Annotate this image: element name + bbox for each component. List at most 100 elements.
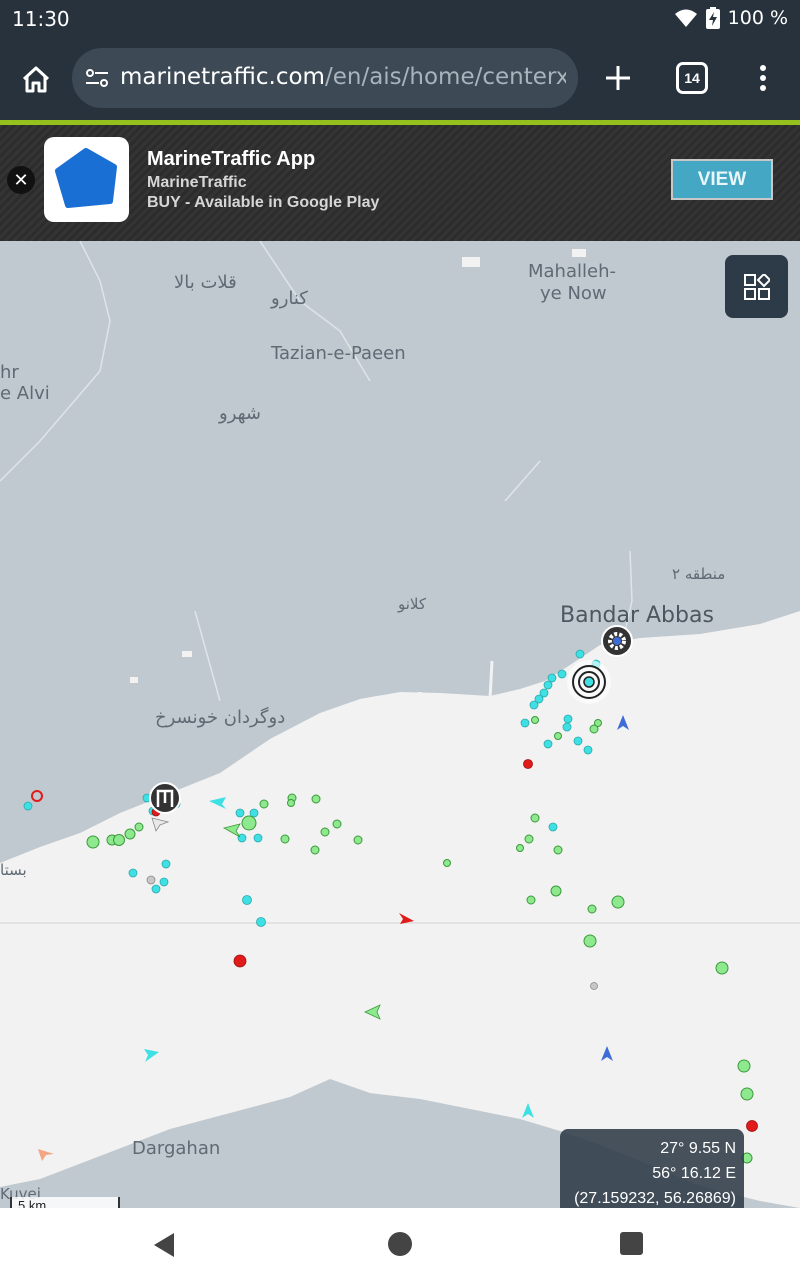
vessel-marker[interactable] [543, 680, 553, 690]
vessel-marker[interactable] [146, 875, 156, 885]
vessel-marker[interactable] [563, 714, 573, 724]
app-publisher: MarineTraffic [147, 174, 247, 191]
more-vert-icon[interactable] [748, 58, 778, 98]
vessel-marker[interactable] [543, 739, 553, 749]
vessel-marker[interactable] [124, 828, 136, 840]
vessel-marker[interactable] [233, 954, 247, 968]
vessel-marker[interactable] [524, 834, 534, 844]
vessel-marker[interactable] [548, 822, 558, 832]
vessel-arrow[interactable] [617, 715, 629, 730]
vessel-marker[interactable] [241, 815, 257, 831]
vessel-marker[interactable] [353, 835, 363, 845]
vessel-arrow[interactable] [209, 797, 226, 809]
site-settings-icon[interactable] [84, 66, 110, 90]
vessel-marker[interactable] [553, 845, 563, 855]
vessel-marker[interactable] [529, 700, 539, 710]
vessel-arrow[interactable] [151, 817, 170, 832]
app-offer: BUY - Available in Google Play [147, 194, 380, 211]
vessel-marker[interactable] [259, 799, 269, 809]
close-icon[interactable]: ✕ [7, 166, 35, 194]
vessel-marker[interactable] [159, 877, 169, 887]
status-bar: 11:30 100 % [0, 0, 800, 38]
vessel-marker[interactable] [287, 799, 295, 807]
vessel-marker[interactable] [550, 885, 562, 897]
vessel-marker[interactable] [23, 801, 33, 811]
vessel-arrow[interactable] [222, 823, 241, 838]
vessel-marker[interactable] [310, 845, 320, 855]
vessel-marker[interactable] [134, 822, 144, 832]
tabs-icon[interactable]: 14 [676, 62, 708, 94]
url-path: /en/ais/home/centerx:5 [324, 64, 566, 90]
selected-vessel-target[interactable] [567, 660, 611, 704]
vessel-marker[interactable] [562, 722, 572, 732]
address-bar[interactable]: marinetraffic.com/en/ais/home/centerx:5 [72, 48, 578, 108]
vessel-arrow[interactable] [522, 1103, 534, 1118]
vessel-marker[interactable] [311, 794, 321, 804]
layers-grid-icon [743, 273, 770, 300]
vessel-arrow[interactable] [144, 1049, 159, 1062]
vessel-marker[interactable] [332, 819, 342, 829]
vessel-marker[interactable] [583, 745, 593, 755]
port-icon-bandar-abbas[interactable] [601, 625, 633, 657]
vessel-marker[interactable] [587, 904, 597, 914]
vessel-marker[interactable] [557, 669, 567, 679]
vessel-marker[interactable] [573, 736, 583, 746]
vessel-marker[interactable] [249, 808, 259, 818]
vessel-marker[interactable] [575, 649, 585, 659]
vessel-marker[interactable] [151, 884, 161, 894]
vessel-marker[interactable] [320, 827, 330, 837]
vessel-marker[interactable] [443, 859, 451, 867]
tab-count: 14 [684, 70, 700, 86]
recents-icon[interactable] [620, 1232, 643, 1255]
home-icon[interactable] [14, 58, 58, 102]
vessel-marker[interactable] [583, 934, 597, 948]
android-nav-bar [0, 1208, 800, 1280]
coord-longitude: 56° 16.12 E [652, 1165, 736, 1182]
marinetraffic-logo [44, 137, 129, 222]
tanker-vessels [31, 759, 758, 1132]
vessel-marker[interactable] [746, 1120, 758, 1132]
vessel-marker[interactable] [740, 1087, 754, 1101]
vessel-marker[interactable] [523, 759, 533, 769]
vessel-map[interactable]: قلات بالا کنارو Mahalleh- ye Now Tazian-… [0, 241, 800, 1208]
vessel-marker[interactable] [715, 961, 729, 975]
vessel-arrow[interactable] [38, 1149, 54, 1161]
tug-vessels [23, 649, 601, 927]
map-layers-button[interactable] [725, 255, 788, 318]
vessel-marker[interactable] [161, 859, 171, 869]
vessel-marker[interactable] [611, 895, 625, 909]
vessel-marker[interactable] [530, 813, 540, 823]
vessel-marker[interactable] [516, 844, 524, 852]
vessel-marker[interactable] [280, 834, 290, 844]
vessel-marker[interactable] [86, 835, 100, 849]
status-icons: 100 % [674, 7, 788, 29]
vessel-marker[interactable] [253, 833, 263, 843]
vessel-arrow[interactable] [364, 1004, 381, 1020]
vessel-marker[interactable] [520, 718, 530, 728]
vessel-marker[interactable] [531, 716, 539, 724]
vessel-layer[interactable] [0, 241, 800, 1208]
vessel-marker[interactable] [242, 895, 252, 905]
vessel-arrow[interactable] [399, 913, 414, 924]
view-button[interactable]: VIEW [671, 159, 773, 200]
plus-icon[interactable] [598, 58, 638, 98]
url-domain: marinetraffic.com [120, 64, 325, 90]
vessel-marker[interactable] [737, 1059, 751, 1073]
vessel-marker[interactable] [31, 790, 43, 802]
vessel-marker[interactable] [128, 868, 138, 878]
vessel-marker[interactable] [590, 982, 598, 990]
vessel-marker[interactable] [113, 834, 125, 846]
vessel-marker[interactable] [526, 895, 536, 905]
url-text[interactable]: marinetraffic.com/en/ais/home/centerx:5 [120, 64, 566, 90]
vessel-marker[interactable] [594, 719, 602, 727]
cargo-vessels [86, 716, 754, 1164]
vessel-marker[interactable] [554, 732, 562, 740]
port-icon-crane[interactable] [149, 782, 181, 814]
vessel-marker[interactable] [235, 808, 245, 818]
status-time: 11:30 [12, 7, 70, 31]
vessel-marker[interactable] [256, 917, 266, 927]
back-icon[interactable] [152, 1232, 178, 1258]
home-circle-icon[interactable] [388, 1232, 412, 1256]
vessel-arrow[interactable] [601, 1046, 613, 1061]
map-scale-label: 5 km [18, 1198, 47, 1208]
